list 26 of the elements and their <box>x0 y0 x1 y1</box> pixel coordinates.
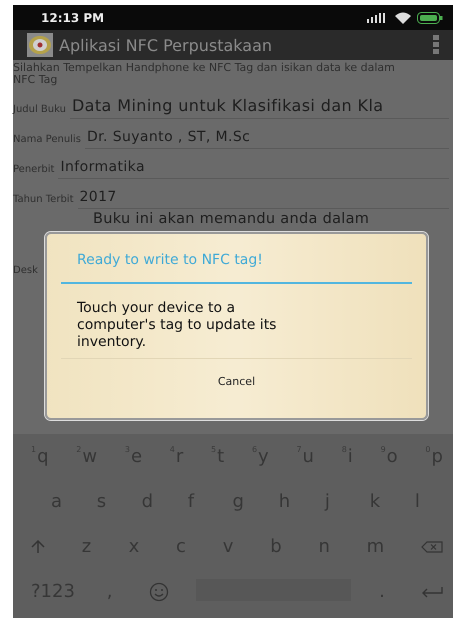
up-arrow-icon <box>31 540 45 554</box>
instruction-text: Silahkan Tempelkan Handphone ke NFC Tag dan isikan data ke dalam NFC Tag <box>13 62 396 86</box>
input-field[interactable]: Data Mining untuk Klasifikasi dan Kla <box>70 93 449 119</box>
field-label: Tahun Terbit <box>13 194 74 207</box>
description-text: Buku ini akan memandu anda dalam <box>93 211 370 227</box>
overflow-menu-icon[interactable] <box>433 35 439 55</box>
dialog-title: Ready to write to NFC tag! <box>61 234 412 284</box>
keyboard-key[interactable]: . <box>375 578 394 604</box>
status-time: 12:13 PM <box>41 10 104 24</box>
input-field[interactable]: Informatika <box>58 156 449 179</box>
field-label: Nama Penulis <box>13 134 81 147</box>
cancel-button[interactable]: Cancel <box>206 369 268 394</box>
enter-icon <box>420 586 443 598</box>
battery-icon <box>417 12 443 24</box>
app-title: Aplikasi NFC Perpustakaan <box>59 36 274 54</box>
smiley-icon <box>148 582 169 602</box>
field-label: Desk <box>13 265 38 276</box>
dialog-message: Touch your device to a computer's tag to update its inventory. <box>61 284 412 359</box>
keyboard-key[interactable]: , <box>102 578 121 604</box>
field-label: Judul Buku <box>13 104 66 117</box>
wifi-icon <box>395 12 411 24</box>
logo-icon <box>27 33 53 57</box>
backspace-icon <box>420 540 443 552</box>
input-field[interactable]: 2017 <box>78 186 449 209</box>
input-field[interactable]: Dr. Suyanto , ST, M.Sc <box>84 126 449 149</box>
field-label: Penerbit <box>13 164 54 177</box>
